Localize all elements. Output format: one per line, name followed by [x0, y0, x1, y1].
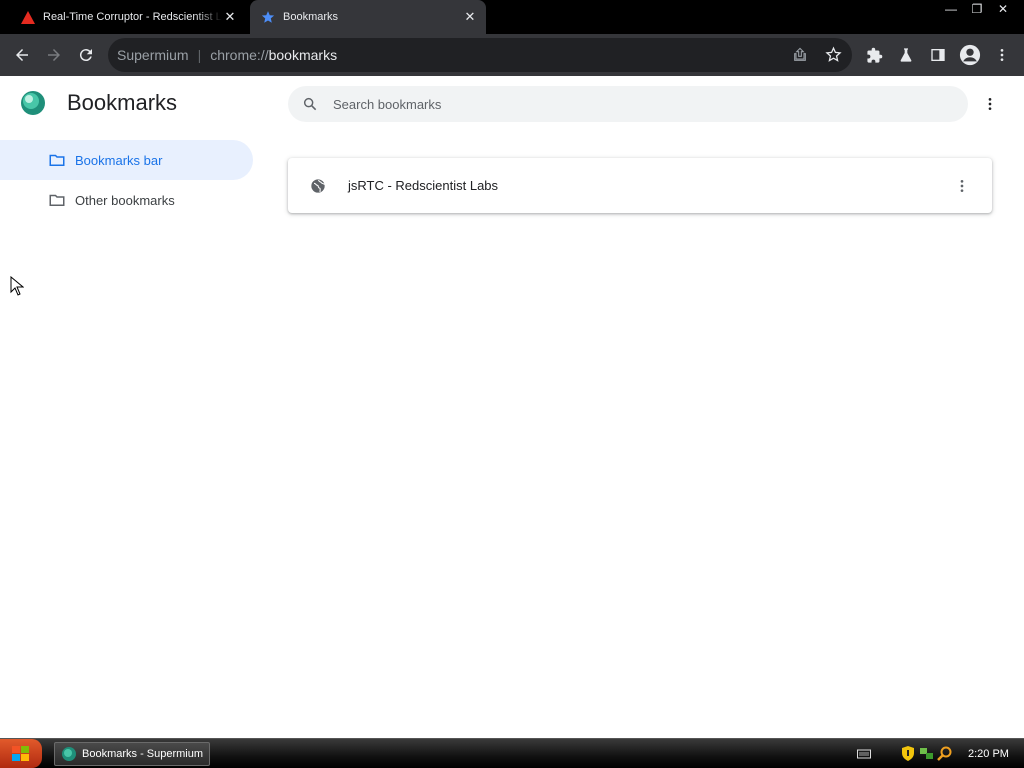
tab-close-icon[interactable]: ✕ [462, 9, 478, 25]
browser-menu-button[interactable] [989, 42, 1015, 68]
windows-logo-icon [12, 745, 29, 761]
omnibox-scheme-label: Supermium [117, 47, 189, 63]
security-shield-icon[interactable] [900, 746, 916, 762]
sidebar-item-other-bookmarks[interactable]: Other bookmarks [0, 180, 253, 220]
share-icon[interactable] [792, 47, 808, 66]
reload-button[interactable] [73, 42, 99, 68]
address-bar[interactable]: Supermium | chrome://bookmarks [108, 38, 852, 72]
supermium-logo-icon [20, 90, 46, 116]
supermium-logo-icon [62, 747, 76, 761]
labs-button[interactable] [893, 42, 919, 68]
magnifier-icon[interactable] [936, 746, 952, 762]
flask-icon [900, 48, 912, 62]
omnibox-separator: | [197, 47, 202, 63]
back-button[interactable] [9, 42, 35, 68]
bookmark-star-icon[interactable] [825, 46, 842, 66]
tab-real-time-corruptor[interactable]: Real-Time Corruptor - Redscientist Labs … [0, 0, 246, 34]
star-icon [260, 9, 276, 25]
taskbar-item-label: Bookmarks - Supermium [82, 748, 204, 760]
arrow-left-icon [16, 49, 28, 61]
search-input[interactable] [333, 96, 913, 112]
bookmark-list: jsRTC - Redscientist Labs [288, 158, 992, 213]
screen: Real-Time Corruptor - Redscientist Labs … [0, 0, 1024, 768]
folder-icon [49, 194, 65, 206]
tab-title: Real-Time Corruptor - Redscientist Labs [43, 11, 222, 23]
window-controls: — ❐ ✕ [938, 0, 1016, 18]
clock: 2:20 PM [968, 747, 1009, 760]
extensions-button[interactable] [861, 42, 887, 68]
organize-menu-button[interactable] [978, 92, 1002, 116]
search-icon [303, 97, 317, 111]
side-panel-icon [931, 49, 945, 61]
forward-button[interactable] [41, 42, 67, 68]
search-bookmarks-box[interactable] [288, 86, 968, 122]
close-window-button[interactable]: ✕ [990, 0, 1016, 18]
start-button[interactable] [0, 739, 42, 768]
puzzle-icon [866, 47, 882, 63]
mouse-cursor-icon [10, 276, 24, 296]
tab-strip: Real-Time Corruptor - Redscientist Labs … [0, 0, 1024, 34]
account-circle-icon [959, 44, 981, 66]
sidebar-item-label: Other bookmarks [75, 192, 175, 208]
taskbar-item-supermium[interactable]: Bookmarks - Supermium [54, 742, 210, 766]
browser-toolbar: Supermium | chrome://bookmarks [0, 34, 1024, 76]
folder-icon [49, 154, 65, 166]
folder-tree: Bookmarks bar Other bookmarks [0, 140, 254, 220]
restore-button[interactable]: ❐ [964, 0, 990, 18]
globe-icon [311, 178, 326, 193]
more-vert-icon [1000, 49, 1004, 61]
more-vert-icon [988, 98, 992, 110]
side-panel-button[interactable] [925, 42, 951, 68]
url-host: bookmarks [268, 47, 338, 63]
bookmark-title: jsRTC - Redscientist Labs [348, 178, 499, 193]
tab-close-icon[interactable]: ✕ [222, 9, 238, 25]
page-title: Bookmarks [67, 90, 178, 115]
tab-bookmarks[interactable]: Bookmarks ✕ [250, 0, 486, 34]
system-tray: 2:20 PM [856, 739, 1024, 768]
url-prefix: chrome:// [210, 47, 269, 63]
sidebar-item-label: Bookmarks bar [75, 152, 163, 168]
omnibox-url: chrome://bookmarks [210, 47, 337, 63]
arrow-right-icon [48, 49, 60, 61]
profile-button[interactable] [957, 42, 983, 68]
reload-icon [79, 49, 92, 62]
tab-title: Bookmarks [283, 11, 339, 23]
sidebar-item-bookmarks-bar[interactable]: Bookmarks bar [0, 140, 253, 180]
item-menu-button[interactable] [950, 174, 974, 198]
warning-triangle-icon [20, 9, 36, 25]
list-item[interactable]: jsRTC - Redscientist Labs [288, 158, 992, 213]
minimize-button[interactable]: — [938, 0, 964, 18]
bookmarks-toolbar: Bookmarks [0, 76, 1024, 132]
network-icon[interactable] [918, 746, 934, 762]
more-vert-icon [960, 179, 964, 192]
os-taskbar: Bookmarks - Supermium 2:20 PM [0, 738, 1024, 768]
keyboard-icon[interactable] [856, 746, 872, 762]
